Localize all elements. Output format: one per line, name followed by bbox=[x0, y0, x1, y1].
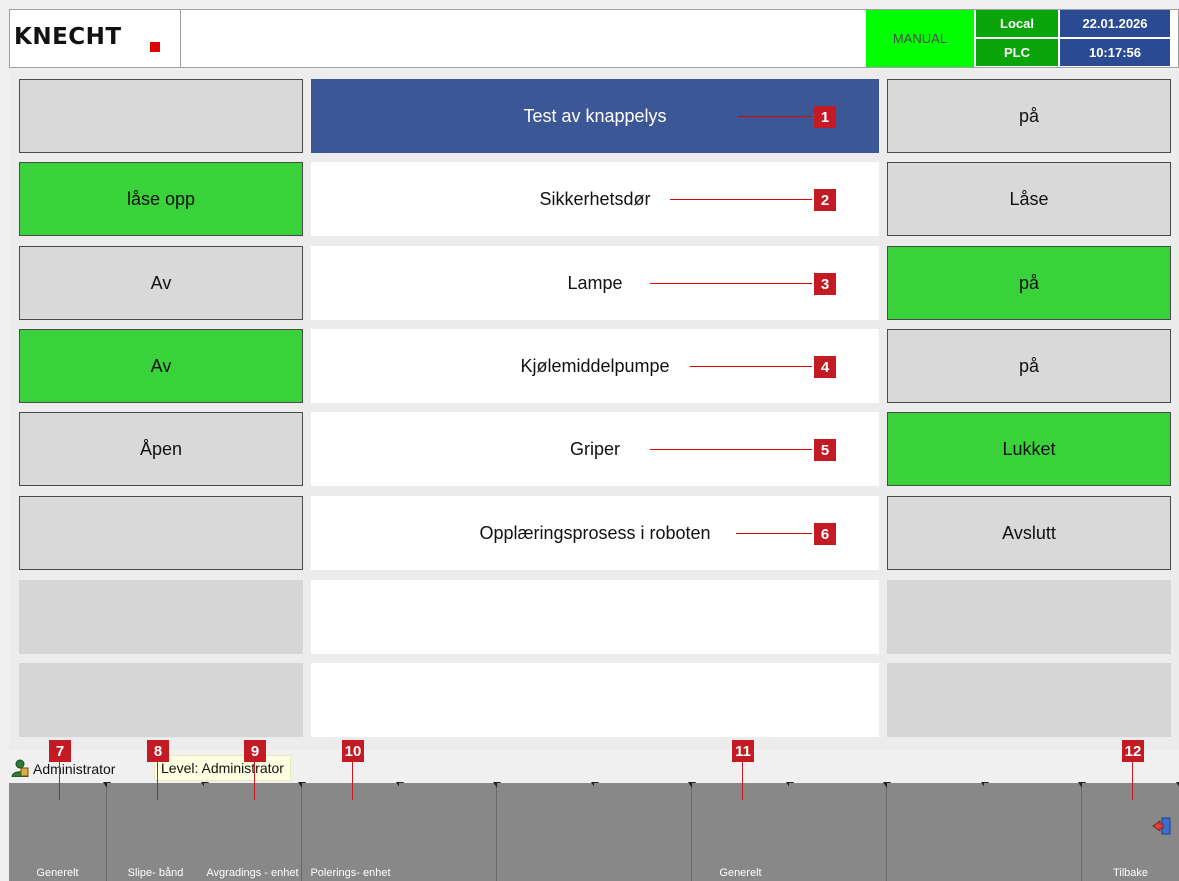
callout-badge: 5 bbox=[814, 439, 836, 461]
plc-indicator: PLC bbox=[976, 39, 1058, 66]
callout-line bbox=[1132, 762, 1133, 800]
callout-line bbox=[738, 116, 812, 117]
button-teach-left[interactable] bbox=[19, 496, 303, 570]
tab-label: Tilbake bbox=[1112, 867, 1149, 879]
tab-7[interactable] bbox=[594, 782, 696, 881]
row-label-text: Griper bbox=[569, 438, 620, 459]
row-label-text: Kjølemiddelpumpe bbox=[520, 355, 670, 376]
logo-dot bbox=[150, 42, 160, 52]
callout-badge: 6 bbox=[814, 523, 836, 545]
tab-label: Avgradings - enhet bbox=[206, 867, 299, 879]
empty-label bbox=[311, 663, 879, 737]
tab-5[interactable] bbox=[399, 782, 501, 881]
tab-label: Slipe- bånd bbox=[127, 867, 184, 879]
callout-line bbox=[157, 762, 158, 800]
user-name: Administrator bbox=[33, 761, 116, 777]
callout-badge: 8 bbox=[147, 740, 169, 762]
tab-8[interactable]: Generelt bbox=[692, 782, 794, 881]
tab-9[interactable] bbox=[789, 782, 891, 881]
button-lamp-off[interactable]: Av bbox=[19, 246, 303, 320]
callout-line bbox=[352, 762, 353, 800]
callout-badge: 11 bbox=[732, 740, 754, 762]
header-bar: KNECHT MANUAL Local PLC 22.01.2026 10:17… bbox=[9, 9, 1179, 68]
time-display: 10:17:56 bbox=[1060, 39, 1170, 66]
callout-badge: 4 bbox=[814, 356, 836, 378]
callout-badge: 3 bbox=[814, 273, 836, 295]
callout-badge: 9 bbox=[244, 740, 266, 762]
callout-line bbox=[690, 366, 812, 367]
empty-slot bbox=[19, 663, 303, 737]
button-teach-end[interactable]: Avslutt bbox=[887, 496, 1171, 570]
button-knappelys-on[interactable]: på bbox=[887, 79, 1171, 153]
button-pump-on[interactable]: på bbox=[887, 329, 1171, 403]
tab-label: Polerings- enhet bbox=[310, 867, 391, 879]
button-pump-off[interactable]: Av bbox=[19, 329, 303, 403]
app-window: KNECHT MANUAL Local PLC 22.01.2026 10:17… bbox=[0, 0, 1179, 881]
tab-10[interactable] bbox=[887, 782, 989, 881]
row-label-text: Lampe bbox=[567, 272, 623, 293]
button-knappelys-left[interactable] bbox=[19, 79, 303, 153]
empty-slot bbox=[19, 580, 303, 654]
callout-line bbox=[736, 533, 812, 534]
tab-12[interactable]: Tilbake bbox=[1082, 782, 1179, 881]
tab-3[interactable]: Avgradings - enhet bbox=[204, 782, 306, 881]
empty-label bbox=[311, 580, 879, 654]
callout-badge: 10 bbox=[342, 740, 364, 762]
callout-badge: 7 bbox=[49, 740, 71, 762]
callout-badge: 12 bbox=[1122, 740, 1144, 762]
status-bar: Administrator Level: Administrator bbox=[9, 752, 1179, 782]
tab-2[interactable]: Slipe- bånd bbox=[107, 782, 209, 881]
callout-line bbox=[254, 762, 255, 800]
callout-badge: 2 bbox=[814, 189, 836, 211]
user-icon bbox=[11, 759, 29, 777]
callout-line bbox=[670, 199, 812, 200]
row-label-text: Sikkerhetsdør bbox=[539, 188, 651, 209]
mode-indicator: MANUAL bbox=[866, 10, 974, 67]
tab-6[interactable] bbox=[497, 782, 599, 881]
button-door-unlock[interactable]: låse opp bbox=[19, 162, 303, 236]
user-level-tooltip: Level: Administrator bbox=[154, 755, 291, 781]
button-door-lock[interactable]: Låse bbox=[887, 162, 1171, 236]
callout-badge: 1 bbox=[814, 106, 836, 128]
empty-slot bbox=[887, 580, 1171, 654]
date-display: 22.01.2026 bbox=[1060, 10, 1170, 37]
knecht-logo: KNECHT bbox=[14, 24, 122, 50]
empty-slot bbox=[887, 663, 1171, 737]
local-indicator: Local bbox=[976, 10, 1058, 37]
callout-line bbox=[59, 762, 60, 800]
tab-1[interactable]: Generelt bbox=[9, 782, 111, 881]
row-label-text: Test av knappelys bbox=[523, 105, 667, 126]
tab-label: Generelt bbox=[36, 867, 79, 879]
tab-11[interactable] bbox=[984, 782, 1086, 881]
callout-line bbox=[650, 449, 812, 450]
button-gripper-closed[interactable]: Lukket bbox=[887, 412, 1171, 486]
button-lamp-on[interactable]: på bbox=[887, 246, 1171, 320]
exit-icon bbox=[1152, 817, 1171, 835]
button-gripper-open[interactable]: Åpen bbox=[19, 412, 303, 486]
tab-4[interactable]: Polerings- enhet bbox=[302, 782, 404, 881]
callout-line bbox=[742, 762, 743, 800]
callout-line bbox=[650, 283, 812, 284]
row-label-text: Opplæringsprosess i roboten bbox=[479, 522, 711, 543]
tab-label: Generelt bbox=[719, 867, 762, 879]
logo-area: KNECHT bbox=[10, 10, 181, 67]
